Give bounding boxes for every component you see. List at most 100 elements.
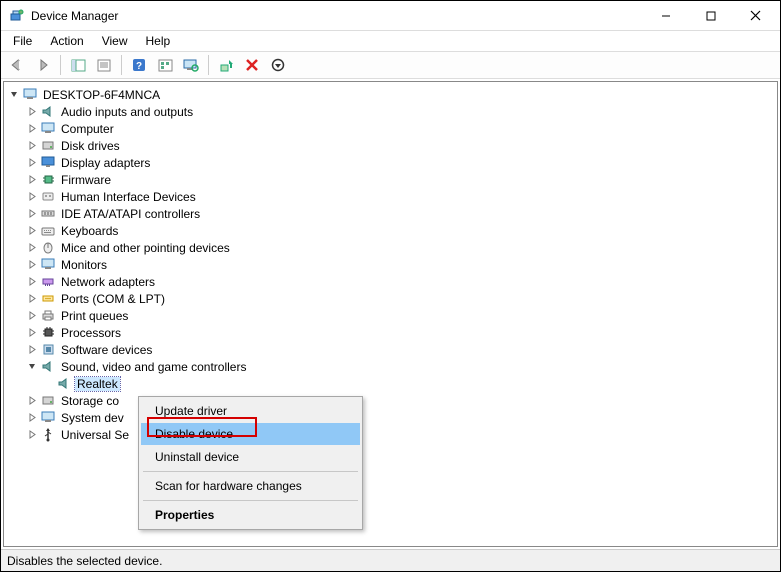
expander-right-icon[interactable] [24, 172, 40, 188]
minimize-button[interactable] [643, 1, 688, 30]
category-icon [40, 325, 56, 341]
tree-category[interactable]: Print queues [6, 307, 775, 324]
expander-right-icon[interactable] [24, 291, 40, 307]
menu-help[interactable]: Help [138, 32, 179, 50]
tree-category[interactable]: Sound, video and game controllers [6, 358, 775, 375]
tree-category[interactable]: Human Interface Devices [6, 188, 775, 205]
tree-category-label: Human Interface Devices [59, 190, 198, 204]
expander-right-icon[interactable] [24, 342, 40, 358]
expander-right-icon[interactable] [24, 138, 40, 154]
tree-category[interactable]: System dev [6, 409, 775, 426]
tree-category-label: Firmware [59, 173, 113, 187]
device-tree[interactable]: DESKTOP-6F4MNCA Audio inputs and outputs… [3, 81, 778, 547]
forward-button[interactable] [31, 54, 55, 76]
menu-file[interactable]: File [5, 32, 40, 50]
category-icon [40, 274, 56, 290]
expander-down-icon[interactable] [6, 87, 22, 103]
tree-root-label: DESKTOP-6F4MNCA [41, 88, 162, 102]
expander-down-icon[interactable] [24, 359, 40, 375]
tree-category-label: Sound, video and game controllers [59, 360, 248, 374]
tree-category-label: Software devices [59, 343, 154, 357]
show-hide-tree-button[interactable] [66, 54, 90, 76]
category-icon [40, 138, 56, 154]
expander-right-icon[interactable] [24, 308, 40, 324]
expander-right-icon[interactable] [24, 240, 40, 256]
cm-disable-device[interactable]: Disable device [141, 423, 360, 445]
category-icon [40, 393, 56, 409]
statusbar-text: Disables the selected device. [7, 554, 162, 568]
toolbar: ? [1, 51, 780, 79]
cm-separator [143, 471, 358, 472]
expander-right-icon[interactable] [24, 325, 40, 341]
toolbar-separator [60, 55, 61, 75]
cm-update-driver[interactable]: Update driver [141, 400, 360, 422]
titlebar: Device Manager [1, 1, 780, 31]
context-menu: Update driver Disable device Uninstall d… [138, 396, 363, 530]
tree-category-label: Audio inputs and outputs [59, 105, 195, 119]
expander-right-icon[interactable] [24, 155, 40, 171]
category-icon [40, 206, 56, 222]
expander-right-icon[interactable] [24, 104, 40, 120]
app-icon [9, 8, 25, 24]
tree-category-label: Print queues [59, 309, 130, 323]
cm-separator [143, 500, 358, 501]
properties-button[interactable] [92, 54, 116, 76]
menu-view[interactable]: View [94, 32, 136, 50]
close-button[interactable] [733, 1, 778, 30]
expander-right-icon[interactable] [24, 257, 40, 273]
back-button[interactable] [5, 54, 29, 76]
tree-category[interactable]: Disk drives [6, 137, 775, 154]
cm-scan-hardware[interactable]: Scan for hardware changes [141, 475, 360, 497]
tree-category[interactable]: Network adapters [6, 273, 775, 290]
expander-right-icon[interactable] [24, 274, 40, 290]
cm-properties[interactable]: Properties [141, 504, 360, 526]
tree-category-label: IDE ATA/ATAPI controllers [59, 207, 202, 221]
tree-category[interactable]: Ports (COM & LPT) [6, 290, 775, 307]
expander-right-icon[interactable] [24, 410, 40, 426]
maximize-button[interactable] [688, 1, 733, 30]
update-driver-button[interactable] [214, 54, 238, 76]
expander-right-icon[interactable] [24, 427, 40, 443]
disable-button[interactable] [266, 54, 290, 76]
tree-root[interactable]: DESKTOP-6F4MNCA [6, 86, 775, 103]
tree-category[interactable]: Computer [6, 120, 775, 137]
menubar: File Action View Help [1, 31, 780, 51]
tree-category-label: Computer [59, 122, 116, 136]
tree-category-label: Keyboards [59, 224, 120, 238]
tree-category[interactable]: Audio inputs and outputs [6, 103, 775, 120]
uninstall-button[interactable] [240, 54, 264, 76]
tree-category[interactable]: Storage co [6, 392, 775, 409]
expander-right-icon[interactable] [24, 189, 40, 205]
expander-right-icon[interactable] [24, 223, 40, 239]
tree-category-label: Processors [59, 326, 123, 340]
tree-category[interactable]: Software devices [6, 341, 775, 358]
category-icon [40, 240, 56, 256]
expander-right-icon[interactable] [24, 121, 40, 137]
tree-category-label: Monitors [59, 258, 109, 272]
category-icon [40, 104, 56, 120]
help-button[interactable]: ? [127, 54, 151, 76]
tree-category[interactable]: Mice and other pointing devices [6, 239, 775, 256]
cm-uninstall-device[interactable]: Uninstall device [141, 446, 360, 468]
tree-category-label: System dev [59, 411, 126, 425]
category-icon [40, 342, 56, 358]
tree-category[interactable]: IDE ATA/ATAPI controllers [6, 205, 775, 222]
tree-category[interactable]: Universal Se [6, 426, 775, 443]
tree-category-label: Ports (COM & LPT) [59, 292, 167, 306]
category-icon [40, 427, 56, 443]
computer-icon [22, 87, 38, 103]
scan-hardware-button[interactable] [179, 54, 203, 76]
icon-view-button[interactable] [153, 54, 177, 76]
tree-category[interactable]: Display adapters [6, 154, 775, 171]
tree-category[interactable]: Keyboards [6, 222, 775, 239]
menu-action[interactable]: Action [42, 32, 91, 50]
tree-category[interactable]: Processors [6, 324, 775, 341]
expander-right-icon[interactable] [24, 206, 40, 222]
tree-category-label: Disk drives [59, 139, 122, 153]
tree-category[interactable]: Monitors [6, 256, 775, 273]
category-icon [40, 223, 56, 239]
tree-device-selected[interactable]: Realtek [6, 375, 775, 392]
tree-category-label: Universal Se [59, 428, 131, 442]
expander-right-icon[interactable] [24, 393, 40, 409]
tree-category[interactable]: Firmware [6, 171, 775, 188]
